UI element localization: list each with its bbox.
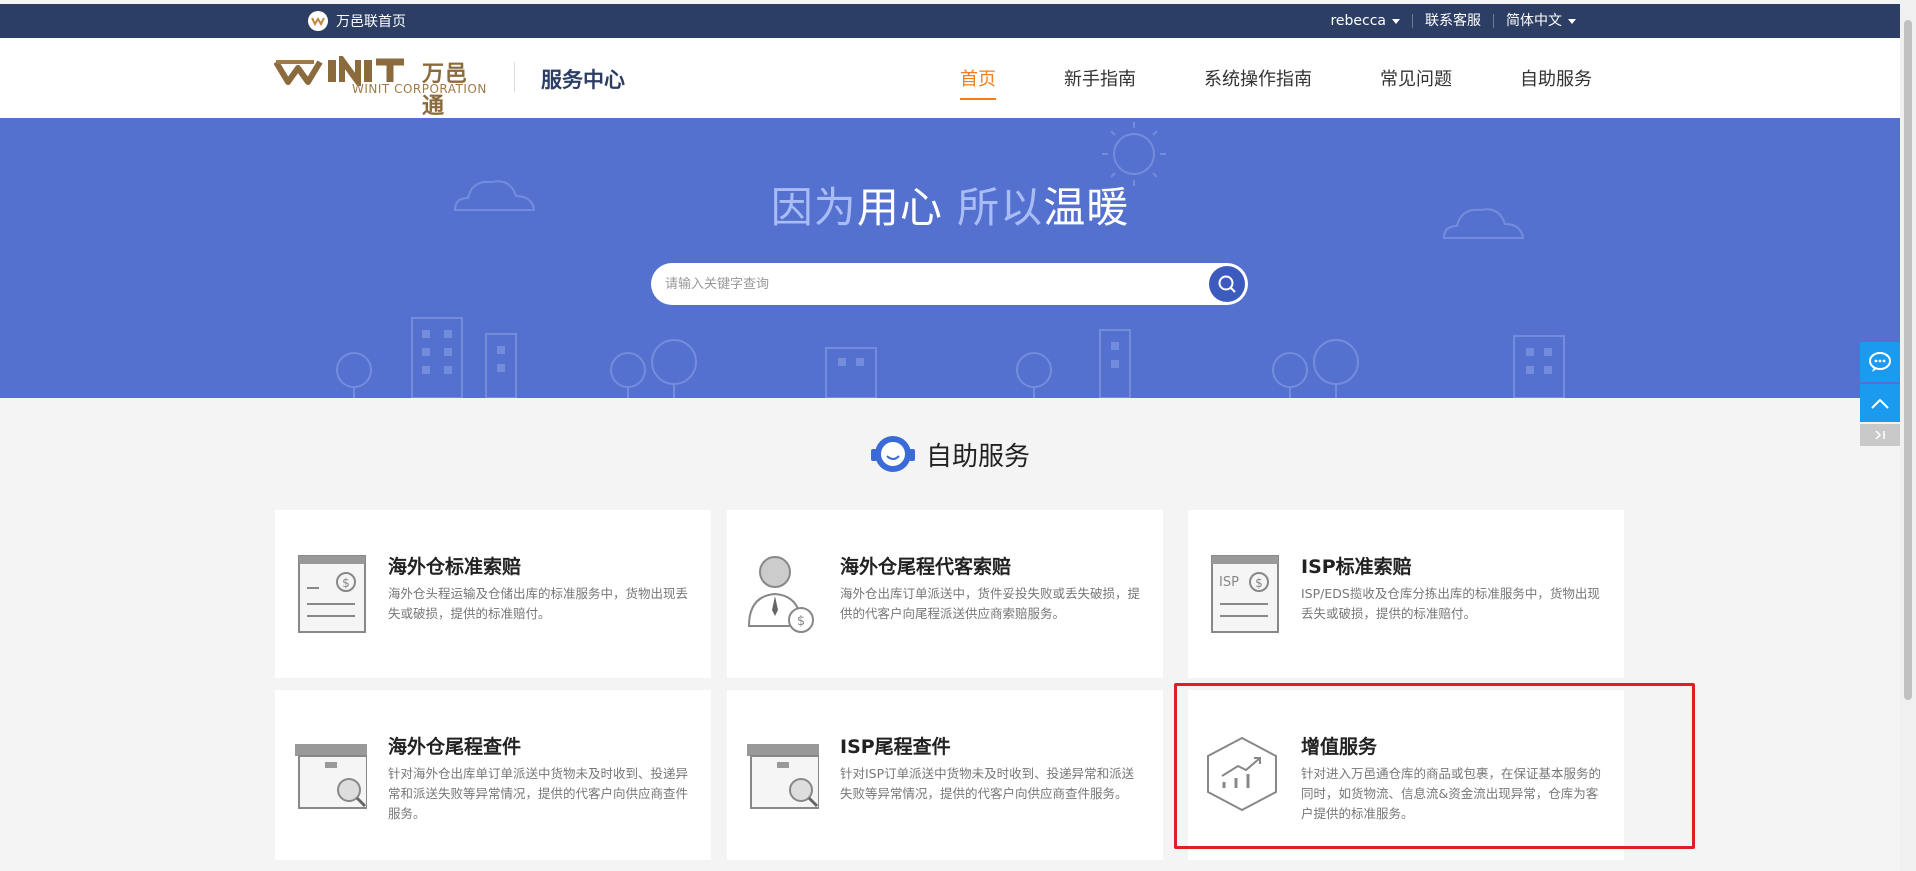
chat-bubble-icon — [1869, 352, 1891, 372]
user-name: rebecca — [1330, 13, 1386, 29]
svg-text:$: $ — [342, 576, 350, 590]
isp-claim-icon: ISP $ — [1211, 555, 1279, 633]
home-link-label: 万邑联首页 — [336, 14, 406, 30]
user-menu[interactable]: rebecca — [1318, 14, 1412, 28]
search-icon — [1218, 275, 1236, 293]
contact-service-link[interactable]: 联系客服 — [1412, 14, 1493, 28]
agent-claim-icon: $ — [747, 556, 814, 633]
card-title: 海外仓尾程查件 — [388, 736, 522, 758]
page: 万邑联首页 rebecca 联系客服 简体中文 万邑通 WINIT CORPOR… — [0, 0, 1916, 871]
card-description: 海外仓出库订单派送中，货件妥投失败或丢失破损，提供的代客户向尾程派送供应商索赔服… — [840, 586, 1141, 621]
top-utility-bar: 万邑联首页 rebecca 联系客服 简体中文 — [0, 4, 1900, 38]
card-description: 针对海外仓出库单订单派送中货物未及时收到、投递异常和派送失败等异常情况，提供的代… — [388, 766, 689, 821]
self-service-section-title: 自助服务 — [0, 434, 1900, 474]
service-card-overseas-claim[interactable]: $ 海外仓标准索赔 海外仓头程运输及仓储出库的标准服务中，货物出现丢失或破损，提… — [275, 510, 711, 678]
search-button[interactable] — [1209, 266, 1245, 302]
card-description: 海外仓头程运输及仓储出库的标准服务中，货物出现丢失或破损，提供的标准赔付。 — [388, 586, 689, 621]
service-center-title: 服务中心 — [541, 68, 625, 92]
page-scrollbar[interactable] — [1900, 0, 1916, 871]
svg-text:$: $ — [1255, 576, 1263, 590]
slogan-part-3: 所以 — [942, 183, 1044, 232]
scrollbar-thumb[interactable] — [1904, 20, 1912, 700]
winit-corporation-logo[interactable]: 万邑通 WINIT CORPORATION — [274, 56, 515, 119]
contact-label: 联系客服 — [1425, 13, 1481, 29]
language-label: 简体中文 — [1506, 13, 1562, 29]
nav-tab-home[interactable]: 首页 — [960, 38, 996, 118]
service-card-isp-tracking[interactable]: ISP尾程查件 针对ISP订单派送中货物未及时收到、投递异常和派送失败等异常情况… — [727, 690, 1163, 860]
hero-decoration — [336, 122, 1565, 398]
card-description: 针对ISP订单派送中货物未及时收到、投递异常和派送失败等异常情况，提供的代客户向… — [840, 766, 1135, 801]
logo-english-name: WINIT CORPORATION — [352, 82, 487, 96]
claim-document-icon: $ — [298, 555, 366, 633]
winit-home-link[interactable]: 万邑联首页 — [308, 4, 406, 38]
nav-tab-self-service[interactable]: 自助服务 — [1520, 38, 1592, 118]
card-title: ISP标准索赔 — [1301, 556, 1412, 578]
card-title: 海外仓尾程代客索赔 — [840, 556, 1012, 578]
card-title: ISP尾程查件 — [840, 736, 951, 758]
customer-service-headset-icon — [870, 436, 915, 472]
card-title: 增值服务 — [1301, 736, 1378, 758]
parcel-search-icon — [295, 744, 367, 809]
collapse-toolbar-button[interactable] — [1860, 424, 1900, 446]
search-input[interactable] — [665, 263, 1185, 305]
service-card-overseas-tracking[interactable]: 海外仓尾程查件 针对海外仓出库单订单派送中货物未及时收到、投递异常和派送失败等异… — [275, 690, 711, 860]
section-title-text: 自助服务 — [925, 441, 1030, 472]
main-nav: 首页 新手指南 系统操作指南 常见问题 自助服务 — [960, 38, 1660, 118]
collapse-arrow-icon — [1875, 430, 1885, 440]
back-to-top-button[interactable] — [1860, 384, 1900, 422]
slogan-part-4: 温暖 — [1043, 183, 1130, 232]
winit-logo-icon — [308, 11, 328, 31]
chevron-up-icon — [1871, 398, 1889, 409]
value-added-icon — [1207, 736, 1277, 812]
logo-divider — [514, 62, 515, 92]
service-card-last-mile-claim[interactable]: $ 海外仓尾程代客索赔 海外仓出库订单派送中，货件妥投失败或丢失破损，提供的代客… — [727, 510, 1163, 678]
nav-tab-beginner-guide[interactable]: 新手指南 — [1064, 38, 1136, 118]
top-right-links: rebecca 联系客服 简体中文 — [1318, 4, 1588, 38]
card-description: ISP/EDS揽收及仓库分拣出库的标准服务中，货物出现丢失或破损，提供的标准赔付… — [1301, 586, 1600, 621]
nav-tab-system-guide[interactable]: 系统操作指南 — [1204, 38, 1312, 118]
main-header: 万邑通 WINIT CORPORATION 服务中心 首页 新手指南 系统操作指… — [0, 38, 1900, 119]
online-chat-button[interactable] — [1860, 342, 1900, 382]
language-select[interactable]: 简体中文 — [1493, 14, 1588, 28]
card-title: 海外仓标准索赔 — [388, 556, 522, 578]
slogan-part-2: 用心 — [856, 183, 943, 232]
hero-banner: 因为用心 所以温暖 — [0, 118, 1900, 398]
hero-slogan: 因为用心 所以温暖 — [0, 174, 1900, 235]
svg-text:$: $ — [797, 614, 805, 629]
search-box — [651, 263, 1248, 305]
floating-toolbar — [1860, 342, 1900, 446]
card-description: 针对进入万邑通仓库的商品或包裹，在保证基本服务的同时，如货物流、信息流&资金流出… — [1301, 766, 1602, 821]
service-card-value-added[interactable]: 增值服务 针对进入万邑通仓库的商品或包裹，在保证基本服务的同时，如货物流、信息流… — [1188, 690, 1624, 860]
svg-text:ISP: ISP — [1219, 575, 1239, 590]
slogan-part-1: 因为 — [770, 183, 857, 232]
chevron-down-icon — [1392, 18, 1400, 24]
chevron-down-icon — [1568, 18, 1576, 24]
service-card-isp-claim[interactable]: ISP $ ISP标准索赔 ISP/EDS揽收及仓库分拣出库的标准服务中，货物出… — [1188, 510, 1624, 678]
nav-tab-faq[interactable]: 常见问题 — [1380, 38, 1452, 118]
isp-parcel-search-icon — [747, 744, 819, 809]
